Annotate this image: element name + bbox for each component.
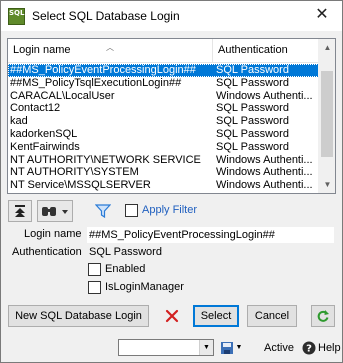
window-title: Select SQL Database Login — [32, 9, 180, 23]
cancel-button[interactable]: Cancel — [247, 305, 297, 327]
binoculars-icon — [42, 207, 68, 216]
delete-icon — [165, 309, 179, 323]
login-name-cell: kad — [10, 115, 28, 128]
authentication-cell: Windows Authenti... — [216, 166, 313, 179]
delete-button[interactable] — [159, 305, 185, 327]
close-icon: ✕ — [315, 6, 329, 23]
login-name-cell: CARACAL\LocalUser — [10, 89, 115, 102]
authentication-cell: SQL Password — [216, 127, 289, 140]
is-login-manager-label[interactable]: IsLoginManager — [105, 281, 184, 293]
login-name-label: Login name — [24, 228, 82, 240]
authentication-cell: SQL Password — [216, 115, 289, 128]
authentication-cell: Windows Authenti... — [216, 153, 313, 166]
is-login-manager-checkbox[interactable] — [88, 281, 101, 294]
login-name-cell: NT Service\MSSQLSERVER — [10, 179, 151, 192]
authentication-cell: Windows Authenti... — [216, 89, 313, 102]
select-button[interactable]: Select — [193, 305, 239, 327]
login-name-cell: ##MS_PolicyTsqlExecutionLogin## — [10, 76, 182, 89]
login-grid[interactable]: Login name ︿ Authentication ##MS_PolicyE… — [7, 38, 336, 194]
authentication-label: Authentication — [12, 246, 82, 258]
dialog-window: SQL Select SQL Database Login ✕ Login na… — [0, 0, 343, 363]
scrollbar-thumb[interactable] — [321, 71, 333, 157]
table-row[interactable]: CARACAL\LocalUser Windows Authenti... — [8, 90, 319, 103]
table-row[interactable]: kadorkenSQL SQL Password — [8, 128, 319, 141]
close-button[interactable]: ✕ — [302, 1, 342, 31]
title-bar: SQL Select SQL Database Login ✕ — [1, 1, 342, 31]
login-name-field[interactable]: ##MS_PolicyEventProcessingLogin## — [87, 227, 334, 243]
table-row[interactable]: kad SQL Password — [8, 115, 319, 128]
column-header-login-name[interactable]: Login name ︿ — [8, 39, 213, 63]
table-row[interactable]: Contact12 SQL Password — [8, 102, 319, 115]
dropdown-arrow-icon[interactable]: ▼ — [234, 339, 244, 356]
enabled-label[interactable]: Enabled — [105, 263, 145, 275]
scroll-down-icon[interactable]: ▼ — [319, 176, 336, 193]
authentication-cell: SQL Password — [216, 102, 289, 115]
new-sql-database-login-button[interactable]: New SQL Database Login — [8, 305, 149, 327]
table-row[interactable]: ##MS_PolicyTsqlExecutionLogin## SQL Passw… — [8, 77, 319, 90]
table-row[interactable]: NT AUTHORITY\SYSTEM Windows Authenti... — [8, 166, 319, 179]
grid-vertical-scrollbar[interactable]: ▲ ▼ — [318, 39, 335, 193]
save-button[interactable] — [218, 339, 235, 356]
table-row[interactable]: ##MS_PolicyEventProcessingLogin## SQL Pas… — [8, 64, 319, 77]
save-icon — [220, 342, 233, 354]
apply-filter-label[interactable]: Apply Filter — [142, 204, 197, 216]
database-combo[interactable]: ▼ — [118, 339, 214, 356]
refresh-button[interactable] — [311, 305, 335, 327]
filter-icon — [94, 204, 112, 219]
refresh-icon — [317, 310, 329, 322]
move-top-icon — [15, 205, 25, 217]
scroll-up-icon[interactable]: ▲ — [319, 39, 336, 56]
grid-header: Login name ︿ Authentication — [8, 39, 319, 63]
filter-button[interactable] — [91, 200, 115, 222]
column-header-label: Login name — [13, 44, 71, 56]
login-name-cell: Contact12 — [10, 102, 61, 115]
table-row[interactable]: KentFairwinds SQL Password — [8, 141, 319, 154]
enabled-checkbox[interactable] — [88, 263, 101, 276]
column-header-label: Authentication — [218, 44, 288, 56]
authentication-cell: SQL Password — [216, 64, 289, 76]
active-label: Active — [264, 342, 294, 354]
login-name-cell: KentFairwinds — [10, 140, 80, 153]
authentication-cell: Windows Authenti... — [216, 179, 313, 192]
table-row[interactable]: NT AUTHORITY\NETWORK SERVICE Windows Auth… — [8, 154, 319, 167]
move-to-top-button[interactable] — [8, 200, 32, 222]
chevron-down-icon[interactable]: ▼ — [199, 340, 213, 355]
authentication-cell: SQL Password — [216, 76, 289, 89]
login-name-cell: kadorkenSQL — [10, 127, 78, 140]
authentication-value: SQL Password — [89, 246, 162, 258]
authentication-cell: SQL Password — [216, 140, 289, 153]
table-row[interactable]: NT Service\MSSQLSERVER Windows Authenti..… — [8, 179, 319, 192]
grid-rows: ##MS_PolicyEventProcessingLogin## SQL Pas… — [8, 64, 319, 192]
apply-filter-checkbox[interactable] — [125, 204, 138, 217]
sort-ascending-icon: ︿ — [106, 43, 114, 52]
login-name-cell: NT AUTHORITY\SYSTEM — [10, 166, 139, 179]
help-circle-icon: ? — [302, 341, 316, 355]
login-name-cell: NT AUTHORITY\NETWORK SERVICE — [10, 153, 201, 166]
help-icon[interactable]: ? — [301, 339, 317, 356]
svg-text:?: ? — [306, 344, 312, 355]
column-header-authentication[interactable]: Authentication — [213, 39, 319, 63]
help-label[interactable]: Help — [318, 342, 341, 354]
find-button[interactable] — [37, 200, 73, 222]
login-name-cell: ##MS_PolicyEventProcessingLogin## — [10, 64, 196, 76]
app-icon: SQL — [8, 8, 25, 25]
